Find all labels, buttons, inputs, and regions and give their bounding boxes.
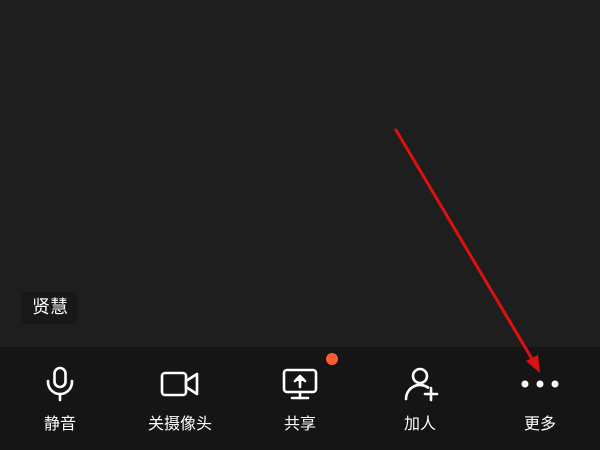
share-label: 共享: [283, 414, 316, 433]
camera-off-button[interactable]: 关摄像头: [120, 347, 240, 450]
share-button[interactable]: 共享: [240, 347, 360, 450]
microphone-icon: [40, 366, 80, 402]
camera-icon: [160, 366, 200, 402]
participant-name-tag: 贤慧: [22, 292, 78, 324]
screen-share-icon: [280, 366, 320, 402]
video-stage: 贤慧: [0, 0, 600, 347]
mute-label: 静音: [43, 414, 76, 433]
camera-off-label: 关摄像头: [147, 414, 212, 433]
meeting-toolbar: 静音 关摄像头 共享 加人 更多: [0, 347, 600, 450]
add-person-icon: [400, 366, 440, 402]
more-button[interactable]: 更多: [480, 347, 600, 450]
more-label: 更多: [523, 414, 556, 433]
notification-dot: [326, 353, 338, 365]
add-person-label: 加人: [403, 414, 436, 433]
mute-button[interactable]: 静音: [0, 347, 120, 450]
more-dots-icon: [520, 366, 560, 402]
add-person-button[interactable]: 加人: [360, 347, 480, 450]
